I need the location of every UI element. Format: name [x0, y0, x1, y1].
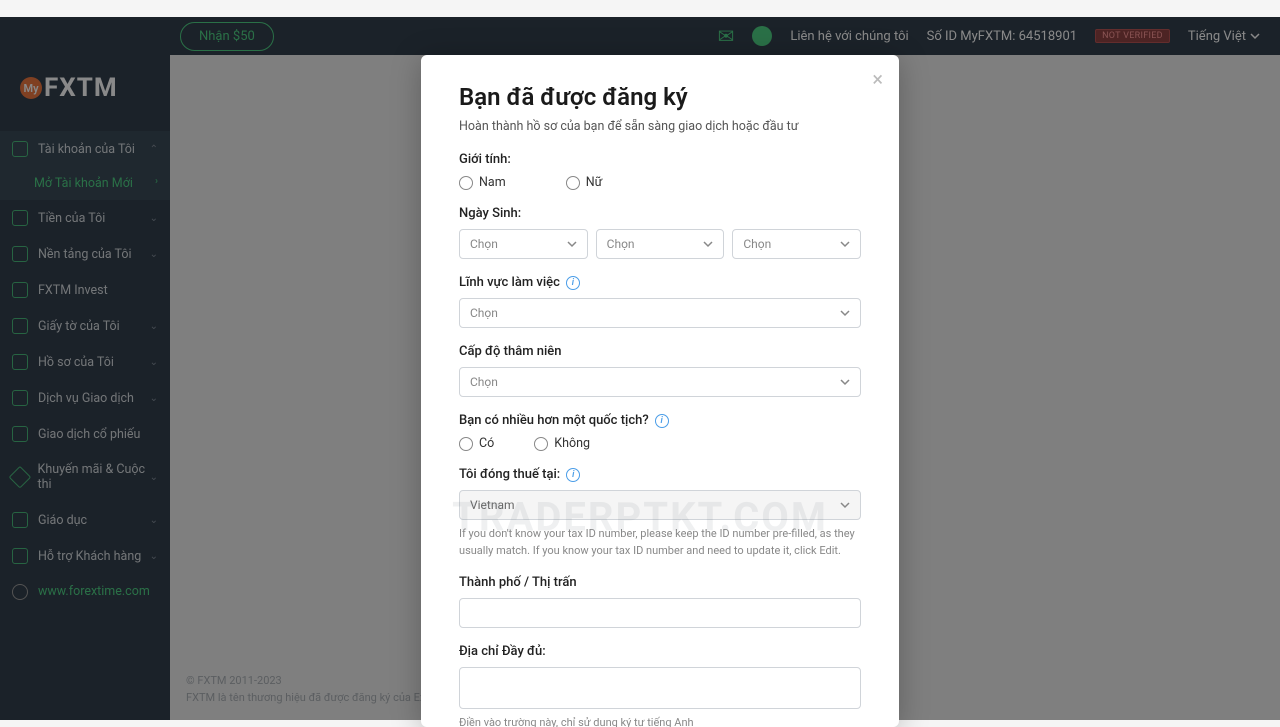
nationality-yes-radio[interactable]: Có	[459, 436, 494, 451]
work-field-select[interactable]: Chọn	[459, 298, 861, 328]
info-icon[interactable]: i	[566, 276, 580, 290]
tax-label: Tôi đóng thuế tại:i	[459, 467, 861, 482]
modal-subtitle: Hoàn thành hồ sơ của bạn để sẵn sàng gia…	[459, 119, 861, 134]
gender-female-radio[interactable]: Nữ	[566, 175, 603, 190]
dob-month-select[interactable]: Chọn	[596, 229, 725, 259]
radio-label: Không	[554, 436, 590, 451]
gender-label: Giới tính:	[459, 152, 861, 167]
dob-day-select[interactable]: Chọn	[459, 229, 588, 259]
radio-icon	[566, 176, 580, 190]
nationality-no-radio[interactable]: Không	[534, 436, 590, 451]
radio-label: Nữ	[586, 175, 603, 190]
info-icon[interactable]: i	[655, 414, 669, 428]
modal-title: Bạn đã được đăng ký	[459, 83, 861, 111]
radio-icon	[459, 437, 473, 451]
gender-male-radio[interactable]: Nam	[459, 175, 506, 190]
multi-nationality-label: Bạn có nhiều hơn một quốc tịch?i	[459, 413, 861, 428]
city-label: Thành phố / Thị trấn	[459, 575, 861, 590]
radio-icon	[459, 176, 473, 190]
address-input[interactable]	[459, 667, 861, 709]
info-icon[interactable]: i	[566, 468, 580, 482]
radio-label: Có	[479, 436, 494, 451]
seniority-label: Cấp độ thâm niên	[459, 344, 861, 359]
registration-modal: × Bạn đã được đăng ký Hoàn thành hồ sơ c…	[421, 55, 899, 727]
radio-icon	[534, 437, 548, 451]
dob-year-select[interactable]: Chọn	[732, 229, 861, 259]
radio-label: Nam	[479, 175, 506, 190]
close-icon[interactable]: ×	[872, 69, 883, 89]
city-input[interactable]	[459, 598, 861, 628]
tax-country-select[interactable]: Vietnam	[459, 490, 861, 520]
address-help-text: Điền vào trường này, chỉ sử dụng ký tự t…	[459, 715, 861, 727]
work-field-label: Lĩnh vực làm việci	[459, 275, 861, 290]
seniority-select[interactable]: Chọn	[459, 367, 861, 397]
address-label: Địa chỉ Đầy đủ:	[459, 644, 861, 659]
tax-help-text: If you don't know your tax ID number, pl…	[459, 526, 861, 559]
dob-label: Ngày Sinh:	[459, 206, 861, 221]
